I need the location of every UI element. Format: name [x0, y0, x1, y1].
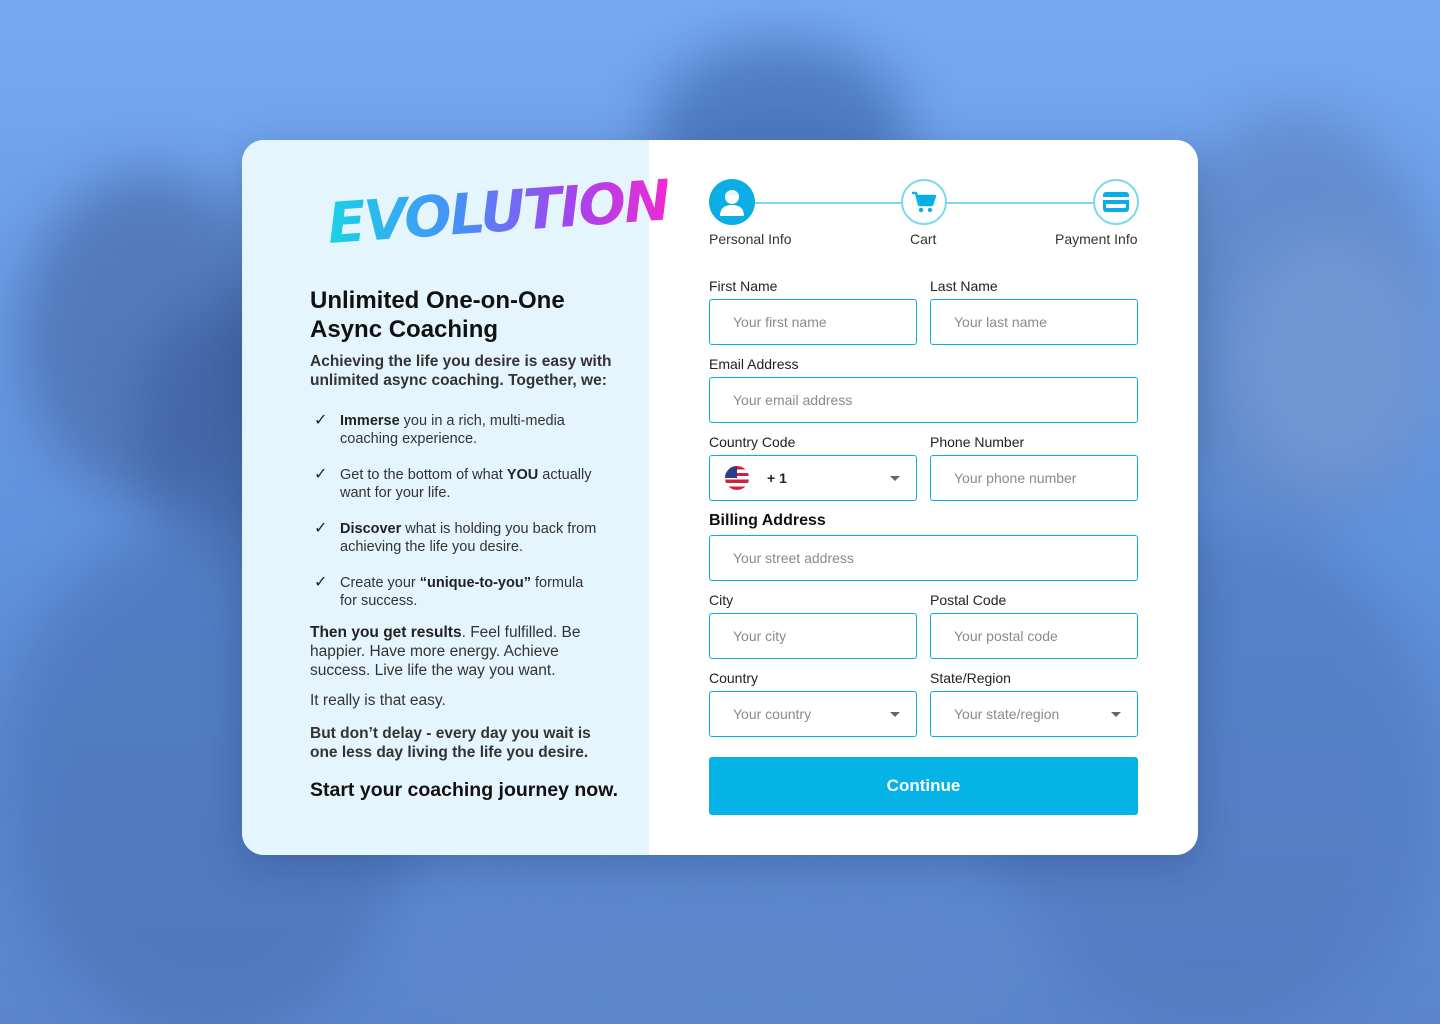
list-item: ✓ Get to the bottom of what YOU actually… [314, 466, 592, 501]
country-code-label: Country Code [709, 434, 796, 450]
country-code-value: + 1 [767, 470, 787, 486]
benefits-list: ✓ Immerse you in a rich, multi-media coa… [314, 412, 604, 628]
first-name-label: First Name [709, 278, 778, 294]
email-field[interactable] [709, 377, 1138, 423]
step-cart[interactable] [901, 179, 947, 225]
country-label: Country [709, 670, 759, 686]
step-label-payment-info: Payment Info [1055, 231, 1138, 247]
check-icon: ✓ [314, 520, 328, 537]
signup-card: EVOLUTION Unlimited One-on-One Async Coa… [242, 140, 1198, 855]
checkout-form-panel: Personal Info Cart Payment Info First Na… [649, 140, 1198, 855]
step-connector [947, 202, 1093, 204]
continue-button[interactable]: Continue [709, 757, 1138, 815]
step-label-personal-info: Personal Info [709, 231, 792, 247]
chevron-down-icon [890, 476, 900, 481]
state-select[interactable]: Your state/region [930, 691, 1138, 737]
state-value: Your state/region [954, 706, 1060, 722]
check-icon: ✓ [314, 466, 328, 483]
page-title: Unlimited One-on-One Async Coaching [310, 287, 565, 343]
city-label: City [709, 592, 734, 608]
first-name-input[interactable] [733, 314, 916, 330]
country-value: Your country [733, 706, 812, 722]
cart-icon [912, 191, 937, 213]
phone-label: Phone Number [930, 434, 1025, 450]
step-payment-info[interactable] [1093, 179, 1139, 225]
last-name-input[interactable] [954, 314, 1137, 330]
country-select[interactable]: Your country [709, 691, 917, 737]
state-label: State/Region [930, 670, 1011, 686]
phone-input[interactable] [954, 470, 1137, 486]
intro-text: Achieving the life you desire is easy wi… [310, 353, 612, 389]
easy-text: It really is that easy. [310, 692, 446, 709]
user-icon [720, 190, 744, 216]
chevron-down-icon [1111, 712, 1121, 717]
street-input[interactable] [733, 550, 1137, 566]
us-flag-icon [725, 466, 749, 490]
postal-code-field[interactable] [930, 613, 1138, 659]
step-personal-info[interactable] [709, 179, 755, 225]
credit-card-icon [1103, 192, 1129, 212]
evolution-logo: EVOLUTION [325, 168, 671, 257]
phone-field[interactable] [930, 455, 1138, 501]
email-input[interactable] [733, 392, 1137, 408]
list-item: ✓ Discover what is holding you back from… [314, 520, 597, 555]
street-field[interactable] [709, 535, 1138, 581]
results-text: Then you get results. Feel fulfilled. Be… [310, 624, 581, 679]
last-name-label: Last Name [930, 278, 998, 294]
billing-address-heading: Billing Address [709, 512, 826, 529]
postal-code-label: Postal Code [930, 592, 1007, 608]
chevron-down-icon [890, 712, 900, 717]
check-icon: ✓ [314, 574, 328, 591]
step-connector [755, 202, 901, 204]
check-icon: ✓ [314, 412, 328, 429]
list-item: ✓ Create your “unique-to-you” formula fo… [314, 574, 584, 609]
delay-text: But don’t delay - every day you wait is … [310, 725, 591, 761]
city-input[interactable] [733, 628, 916, 644]
step-label-cart: Cart [910, 231, 937, 247]
email-label: Email Address [709, 356, 799, 372]
country-code-select[interactable]: + 1 [709, 455, 917, 501]
last-name-field[interactable] [930, 299, 1138, 345]
list-item: ✓ Immerse you in a rich, multi-media coa… [314, 412, 565, 447]
city-field[interactable] [709, 613, 917, 659]
first-name-field[interactable] [709, 299, 917, 345]
info-panel: EVOLUTION Unlimited One-on-One Async Coa… [242, 140, 671, 855]
postal-code-input[interactable] [954, 628, 1137, 644]
cta-text: Start your coaching journey now. [310, 779, 619, 801]
